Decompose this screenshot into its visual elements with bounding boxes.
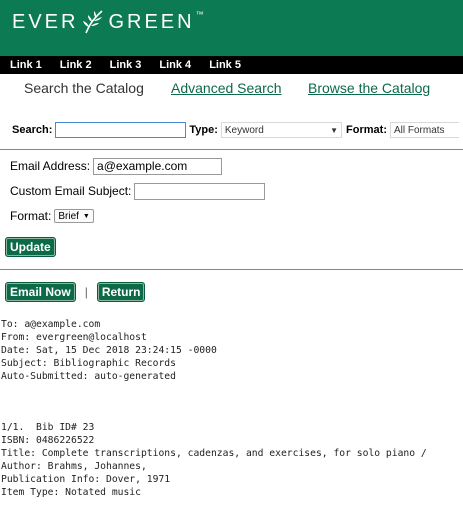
- logo-text-left: EVER: [12, 10, 79, 33]
- tab-advanced-search[interactable]: Advanced Search: [171, 80, 282, 96]
- nav-link-4[interactable]: Link 4: [159, 59, 191, 71]
- chevron-down-icon: ▼: [82, 212, 90, 220]
- logo-text-right: GREEN: [108, 10, 195, 33]
- action-separator: |: [84, 285, 88, 299]
- record-title: Title: Complete transcriptions, cadenzas…: [1, 448, 427, 460]
- record-author: Author: Brahms, Johannes,: [1, 460, 147, 472]
- email-address-label: Email Address:: [10, 159, 91, 173]
- email-address-input[interactable]: [93, 157, 223, 175]
- record-isbn: ISBN: 0486226522: [1, 435, 95, 447]
- site-header: EVER GREEN ™: [0, 0, 463, 56]
- email-actions: Email Now | Return: [5, 282, 146, 302]
- search-input[interactable]: [55, 122, 187, 138]
- email-format-label: Format:: [10, 209, 52, 223]
- email-subject-input[interactable]: [134, 182, 266, 200]
- nav-link-5[interactable]: Link 5: [209, 59, 241, 71]
- search-bar: Search: Type: Keyword ▼ Format: All Form…: [0, 118, 463, 150]
- return-button[interactable]: Return: [96, 282, 146, 302]
- type-label: Type:: [189, 124, 218, 136]
- nav-link-2[interactable]: Link 2: [60, 59, 92, 71]
- email-subject-row: Custom Email Subject:: [10, 181, 450, 201]
- record-bib-id: 1/1. Bib ID# 23: [1, 422, 95, 434]
- email-format-select[interactable]: Brief ▼: [54, 209, 94, 223]
- record-publication-info: Publication Info: Dover, 1971: [1, 473, 171, 485]
- email-address-row: Email Address:: [10, 156, 450, 176]
- update-button[interactable]: Update: [5, 237, 56, 257]
- format-select[interactable]: All Formats: [390, 122, 459, 138]
- email-header-date: Date: Sat, 15 Dec 2018 23:24:15 -0000: [1, 344, 217, 356]
- top-nav: Link 1 Link 2 Link 3 Link 4 Link 5: [0, 56, 463, 74]
- record-item-type: Item Type: Notated music: [1, 486, 141, 498]
- email-format-value: Brief: [58, 210, 79, 222]
- email-format-row: Format: Brief ▼: [10, 206, 450, 226]
- search-label: Search:: [12, 124, 53, 136]
- nav-link-1[interactable]: Link 1: [10, 59, 42, 71]
- nav-link-3[interactable]: Link 3: [110, 59, 142, 71]
- format-label: Format:: [346, 124, 387, 136]
- section-divider: [0, 269, 463, 270]
- chevron-down-icon: ▼: [330, 125, 339, 135]
- type-select-value: Keyword: [224, 124, 264, 136]
- email-header-from: From: evergreen@localhost: [1, 331, 147, 343]
- trademark-symbol: ™: [195, 10, 204, 19]
- tab-search-catalog[interactable]: Search the Catalog: [24, 80, 144, 96]
- tab-browse-catalog[interactable]: Browse the Catalog: [308, 80, 430, 96]
- email-subject-label: Custom Email Subject:: [10, 184, 132, 198]
- evergreen-logo[interactable]: EVER GREEN ™: [12, 8, 204, 36]
- format-select-value: All Formats: [394, 124, 445, 136]
- email-preview: To: a@example.com From: evergreen@localho…: [1, 319, 427, 500]
- email-header-auto-submitted: Auto-Submitted: auto-generated: [1, 370, 176, 382]
- email-form: Email Address: Custom Email Subject: For…: [10, 156, 450, 231]
- email-now-button[interactable]: Email Now: [5, 282, 76, 302]
- type-select[interactable]: Keyword ▼: [220, 122, 343, 138]
- email-header-subject: Subject: Bibliographic Records: [1, 357, 176, 369]
- fern-leaf-icon: [83, 10, 104, 34]
- catalog-tabs: Search the Catalog Advanced Search Brows…: [0, 80, 463, 104]
- email-header-to: To: a@example.com: [1, 319, 101, 330]
